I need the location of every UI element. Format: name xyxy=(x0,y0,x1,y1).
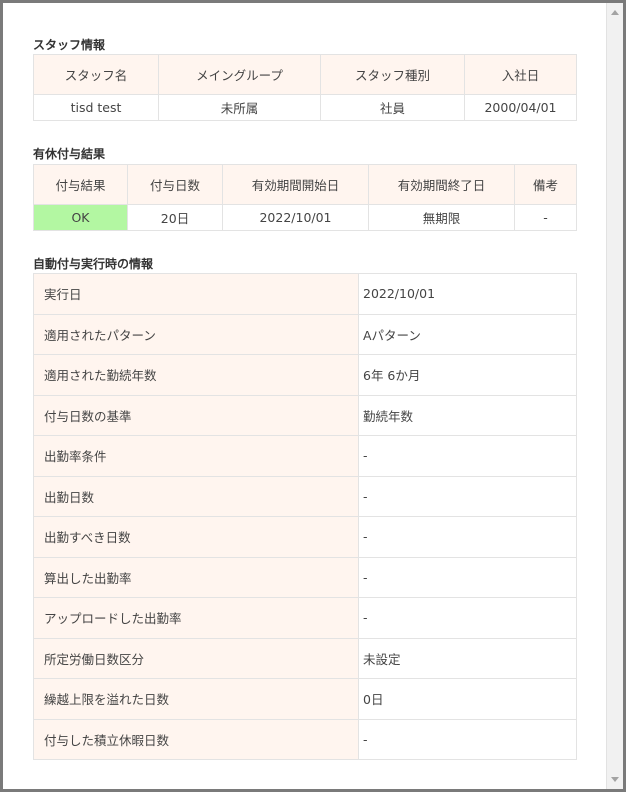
info-label-pattern: 適用されたパターン xyxy=(33,313,359,355)
header-valid-end: 有効期間終了日 xyxy=(368,164,515,205)
cell-valid-start: 2022/10/01 xyxy=(222,204,369,231)
header-grant-result: 付与結果 xyxy=(33,164,128,205)
header-join-date: 入社日 xyxy=(464,54,577,95)
header-staff-name: スタッフ名 xyxy=(33,54,159,95)
staff-info-title: スタッフ情報 xyxy=(33,38,106,52)
info-value-calculated-rate: - xyxy=(358,556,577,598)
cell-staff-name: tisd test xyxy=(33,94,159,121)
info-label-attendance-days: 出勤日数 xyxy=(33,475,359,517)
auto-grant-info-table: 実行日 2022/10/01 適用されたパターン Aパターン 適用された勤続年数 6年… xyxy=(33,273,577,760)
info-value-workday-category: 未設定 xyxy=(358,637,577,679)
header-staff-type: スタッフ種別 xyxy=(320,54,465,95)
header-valid-start: 有効期間開始日 xyxy=(222,164,369,205)
cell-remarks: - xyxy=(514,204,577,231)
info-label-required-days: 出勤すべき日数 xyxy=(33,516,359,558)
info-value-accumulated-leave: - xyxy=(358,718,577,760)
info-label-calculated-rate: 算出した出勤率 xyxy=(33,556,359,598)
info-value-attendance-days: - xyxy=(358,475,577,517)
info-value-overflow-days: 0日 xyxy=(358,678,577,720)
scroll-up-arrow-icon[interactable] xyxy=(611,10,619,15)
table-row: 出勤日数 - xyxy=(33,475,577,517)
auto-grant-info-title: 自動付与実行時の情報 xyxy=(33,257,154,271)
table-row: 実行日 2022/10/01 xyxy=(33,273,577,315)
cell-staff-type: 社員 xyxy=(320,94,465,121)
header-remarks: 備考 xyxy=(514,164,577,205)
header-grant-days: 付与日数 xyxy=(127,164,223,205)
info-value-service-years: 6年 6か月 xyxy=(358,354,577,396)
info-value-required-days: - xyxy=(358,516,577,558)
cell-join-date: 2000/04/01 xyxy=(464,94,577,121)
cell-grant-days: 20日 xyxy=(127,204,223,231)
grant-result-table: 付与結果 付与日数 有効期間開始日 有効期間終了日 備考 OK 20日 2022… xyxy=(33,164,577,231)
info-label-uploaded-rate: アップロードした出勤率 xyxy=(33,597,359,639)
cell-valid-end: 無期限 xyxy=(368,204,515,231)
table-row: 算出した出勤率 - xyxy=(33,556,577,598)
cell-grant-result-status: OK xyxy=(33,204,128,231)
table-row: 繰越上限を溢れた日数 0日 xyxy=(33,678,577,720)
table-row: tisd test 未所属 社員 2000/04/01 xyxy=(33,94,577,121)
table-row: 付与した積立休暇日数 - xyxy=(33,718,577,760)
table-row: 適用されたパターン Aパターン xyxy=(33,313,577,355)
info-label-service-years: 適用された勤続年数 xyxy=(33,354,359,396)
info-value-grant-basis: 勤続年数 xyxy=(358,394,577,436)
scroll-down-arrow-icon[interactable] xyxy=(611,777,619,782)
cell-main-group: 未所属 xyxy=(158,94,321,121)
table-row: 適用された勤続年数 6年 6か月 xyxy=(33,354,577,396)
info-value-attendance-condition: - xyxy=(358,435,577,477)
info-label-overflow-days: 繰越上限を溢れた日数 xyxy=(33,678,359,720)
info-label-grant-basis: 付与日数の基準 xyxy=(33,394,359,436)
table-row: 付与日数の基準 勤続年数 xyxy=(33,394,577,436)
header-main-group: メイングループ xyxy=(158,54,321,95)
vertical-scrollbar[interactable] xyxy=(606,3,623,789)
info-label-attendance-condition: 出勤率条件 xyxy=(33,435,359,477)
modal-dialog: スタッフ情報 スタッフ名 メイングループ スタッフ種別 入社日 tisd tes… xyxy=(3,3,606,789)
info-label-accumulated-leave: 付与した積立休暇日数 xyxy=(33,718,359,760)
info-value-pattern: Aパターン xyxy=(358,313,577,355)
table-header-row: スタッフ名 メイングループ スタッフ種別 入社日 xyxy=(33,54,577,95)
grant-result-title: 有休付与結果 xyxy=(33,147,106,161)
table-row: アップロードした出勤率 - xyxy=(33,597,577,639)
info-value-exec-date: 2022/10/01 xyxy=(358,273,577,315)
info-label-exec-date: 実行日 xyxy=(33,273,359,315)
table-header-row: 付与結果 付与日数 有効期間開始日 有効期間終了日 備考 xyxy=(33,164,577,205)
staff-info-table: スタッフ名 メイングループ スタッフ種別 入社日 tisd test 未所属 社… xyxy=(33,54,577,121)
table-row: 所定労働日数区分 未設定 xyxy=(33,637,577,679)
table-row: OK 20日 2022/10/01 無期限 - xyxy=(33,204,577,231)
info-value-uploaded-rate: - xyxy=(358,597,577,639)
info-label-workday-category: 所定労働日数区分 xyxy=(33,637,359,679)
table-row: 出勤すべき日数 - xyxy=(33,516,577,558)
table-row: 出勤率条件 - xyxy=(33,435,577,477)
